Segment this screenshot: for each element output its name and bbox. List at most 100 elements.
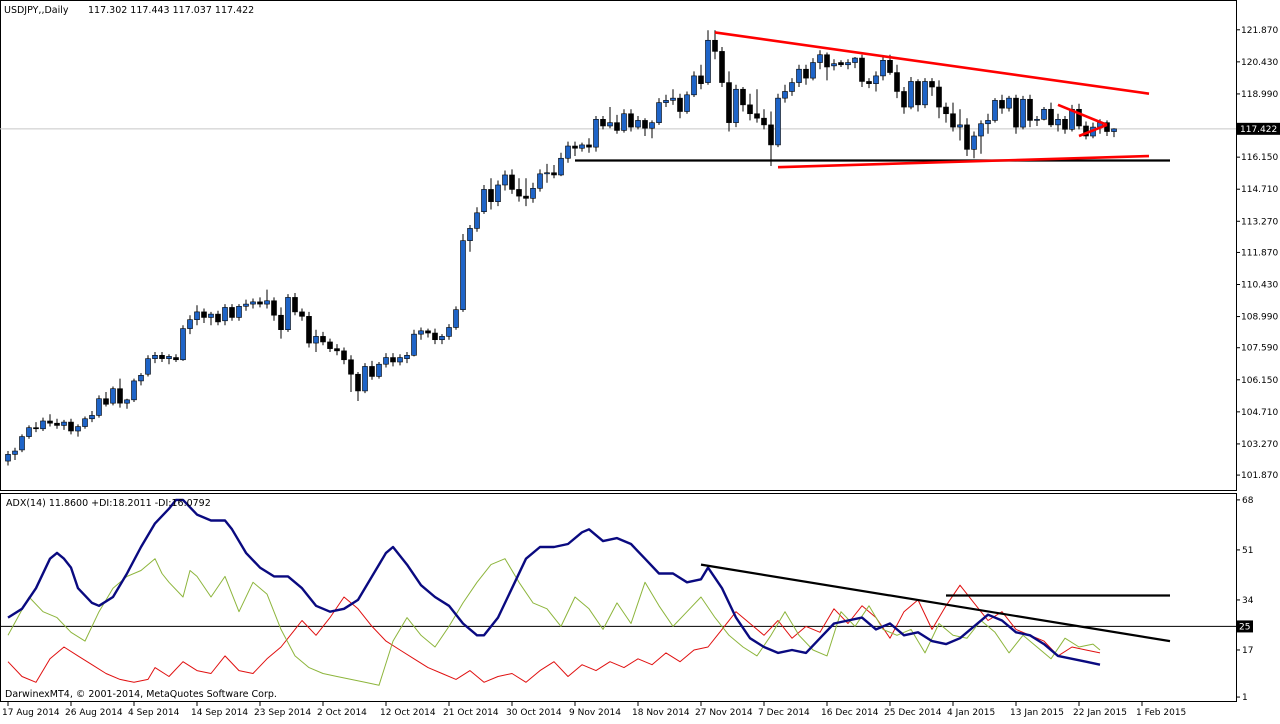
candle-body-down — [894, 72, 900, 92]
candle-body-down — [369, 366, 375, 377]
current-price-label: 117.422 — [1240, 125, 1277, 135]
candle-body-down — [754, 113, 760, 119]
candle-body-down — [523, 195, 529, 199]
candle-body-up — [467, 228, 473, 241]
price-tick-label: 113.270 — [1241, 217, 1278, 227]
candle-body-up — [152, 355, 158, 359]
price-tick-label: 116.150 — [1241, 153, 1278, 163]
candle-body-down — [600, 119, 606, 127]
indicator-tick-label: 1 — [1242, 693, 1248, 703]
candle-body-down — [271, 300, 277, 316]
candle-body-down — [747, 104, 753, 115]
candle-body-down — [159, 355, 165, 359]
candlestick — [719, 46, 725, 88]
time-tick-label: 4 Jan 2015 — [947, 708, 995, 718]
candlestick — [96, 395, 102, 418]
candle-body-down — [390, 357, 396, 363]
time-tick-label: 1 Feb 2015 — [1136, 708, 1186, 718]
candle-body-up — [992, 100, 998, 121]
candle-body-up — [705, 39, 711, 83]
candlestick — [376, 361, 382, 379]
candle-body-down — [943, 106, 949, 115]
candle-body-up — [733, 88, 739, 123]
candle-body-up — [194, 311, 200, 320]
candle-body-up — [383, 357, 389, 365]
price-tick-label: 107.590 — [1241, 344, 1278, 354]
time-tick-label: 26 Aug 2014 — [65, 708, 123, 718]
candle-body-down — [1048, 108, 1054, 126]
candle-body-up — [796, 68, 802, 83]
candle-body-up — [1020, 98, 1026, 128]
candle-body-down — [824, 54, 830, 68]
candle-body-down — [215, 313, 221, 323]
candle-body-up — [439, 336, 445, 341]
candle-body-up — [481, 189, 487, 212]
time-tick-label: 2 Oct 2014 — [317, 708, 367, 718]
candle-body-up — [670, 97, 676, 101]
chart-area: 121.870 120.430 118.990 116.150 114.710 113.2… — [0, 0, 1280, 720]
candlestick — [285, 294, 291, 332]
candle-body-up — [789, 82, 795, 92]
candle-body-up — [40, 420, 46, 430]
candle-body-up — [222, 307, 228, 322]
candle-body-down — [257, 301, 263, 305]
candle-body-up — [453, 309, 459, 328]
candle-body-down — [33, 427, 39, 430]
candle-body-up — [61, 421, 67, 426]
candle-body-down — [936, 86, 942, 108]
indicator-tick-label: 68 — [1242, 496, 1254, 506]
candle-body-up — [236, 306, 242, 318]
time-tick-label: 7 Dec 2014 — [758, 708, 810, 718]
candle-body-up — [908, 81, 914, 108]
candlestick — [453, 306, 459, 330]
candle-body-down — [551, 172, 557, 176]
candle-body-down — [761, 117, 767, 126]
candle-body-down — [488, 189, 494, 202]
candle-body-down — [887, 60, 893, 73]
candlestick — [481, 184, 487, 214]
candle-body-up — [474, 212, 480, 229]
candle-body-up — [131, 380, 137, 401]
candle-body-up — [446, 327, 452, 337]
candle-body-down — [334, 348, 340, 352]
candle-body-up — [565, 145, 571, 159]
candle-body-down — [425, 330, 431, 334]
candle-body-down — [229, 307, 235, 318]
candle-body-down — [866, 81, 872, 84]
candle-body-up — [537, 173, 543, 189]
time-tick-label: 17 Aug 2014 — [2, 708, 60, 718]
candle-body-up — [418, 330, 424, 335]
candle-body-down — [838, 62, 844, 66]
candle-body-down — [642, 120, 648, 129]
candle-body-up — [166, 356, 172, 359]
candlestick — [1020, 95, 1026, 130]
candle-body-down — [677, 97, 683, 112]
candle-body-up — [978, 123, 984, 137]
indicator-tick-label: 34 — [1242, 596, 1254, 606]
candle-body-down — [341, 350, 347, 361]
candle-body-up — [530, 188, 536, 199]
candlestick — [19, 434, 25, 453]
candle-body-up — [362, 366, 368, 392]
candlestick — [992, 98, 998, 123]
candle-body-up — [208, 313, 214, 318]
candle-body-up — [411, 333, 417, 356]
price-tick-label: 121.870 — [1241, 26, 1278, 36]
candle-body-down — [614, 122, 620, 131]
candle-body-up — [957, 124, 963, 128]
candle-body-up — [831, 63, 837, 67]
price-tick-label: 120.430 — [1241, 58, 1278, 68]
candlestick — [362, 363, 368, 394]
candle-body-up — [985, 120, 991, 125]
candle-body-up — [845, 62, 851, 66]
candle-body-up — [397, 357, 403, 363]
candle-body-down — [509, 174, 515, 190]
price-tick-label: 118.990 — [1241, 90, 1278, 100]
candle-body-down — [355, 373, 361, 392]
candle-body-up — [250, 301, 256, 305]
candle-body-down — [901, 91, 907, 108]
candle-body-down — [327, 341, 333, 349]
price-tick-label: 111.870 — [1241, 248, 1278, 258]
candle-body-down — [47, 420, 53, 424]
candle-body-down — [1027, 98, 1033, 121]
